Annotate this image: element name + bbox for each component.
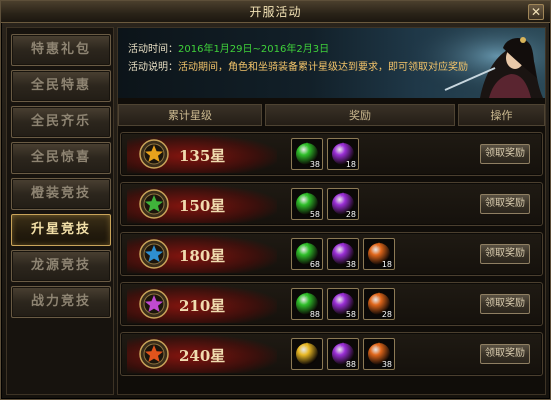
star-medal-icon [139,339,169,369]
orange-orb-item-slot[interactable]: 28 [363,288,395,320]
reward-row: 210星 88 58 28 领取奖励 [120,282,543,326]
item-count: 28 [345,210,356,219]
item-count: 88 [345,360,356,369]
reward-row: 150星 58 28 领取奖励 [120,182,543,226]
star-medal-icon [139,289,169,319]
green-orb-item-slot[interactable]: 58 [291,188,323,220]
main-panel: 活动时间：2016年1月29日~2016年2月3日 活动说明：活动期间，角色和坐… [117,27,546,395]
sidebar-item-combat-power[interactable]: 战力竞技 [11,286,111,318]
item-count: 58 [345,310,356,319]
reward-row: 240星 88 38 领取奖励 [120,332,543,376]
table-header: 累计星级 奖励 操作 [118,104,545,126]
star-tier-backdrop: 180星 [127,235,277,273]
purple-orb-item-slot[interactable]: 28 [327,188,359,220]
event-time-label: 活动时间： [128,44,178,55]
green-orb-item-slot[interactable]: 68 [291,238,323,270]
green-orb-item-slot[interactable]: 38 [291,138,323,170]
title-bar: 开服活动 ✕ [1,1,550,23]
star-medal-icon [139,139,169,169]
star-tier-backdrop: 150星 [127,185,277,223]
sidebar-item-orange-gear[interactable]: 橙装竞技 [11,178,111,210]
item-count: 38 [381,360,392,369]
orange-orb-item-slot[interactable]: 18 [363,238,395,270]
event-window: 开服活动 ✕ 特惠礼包 全民特惠 全民齐乐 全民惊喜 橙装竞技 升星竞技 龙源竞… [0,0,551,400]
purple-orb-item-slot[interactable]: 38 [327,238,359,270]
column-header-action: 操作 [458,104,545,126]
item-count: 18 [345,160,356,169]
orange-orb-item-slot[interactable]: 38 [363,338,395,370]
purple-orb-item-slot[interactable]: 18 [327,138,359,170]
star-requirement: 240星 [179,347,226,365]
item-count: 28 [381,310,392,319]
item-count: 68 [309,260,320,269]
window-title: 开服活动 [249,5,302,19]
event-desc-label: 活动说明： [128,62,178,73]
star-tier-backdrop: 240星 [127,335,277,373]
purple-orb-item-slot[interactable]: 88 [327,338,359,370]
event-desc-value: 活动期间，角色和坐骑装备累计星级达到要求，即可领取对应奖励 [178,62,468,73]
star-tier-backdrop: 135星 [127,135,277,173]
gold-orb-icon [296,342,318,365]
sidebar-item-all-fun[interactable]: 全民齐乐 [11,106,111,138]
close-button[interactable]: ✕ [528,4,544,20]
purple-orb-item-slot[interactable]: 58 [327,288,359,320]
item-count: 18 [381,260,392,269]
star-requirement: 210星 [179,297,226,315]
star-medal-icon [139,189,169,219]
column-header-rewards: 奖励 [265,104,455,126]
star-requirement: 150星 [179,197,226,215]
sidebar-item-dragon-source[interactable]: 龙源竞技 [11,250,111,282]
gold-orb-item-slot[interactable] [291,338,323,370]
sidebar-item-all-discount[interactable]: 全民特惠 [11,70,111,102]
green-orb-item-slot[interactable]: 88 [291,288,323,320]
claim-reward-button[interactable]: 领取奖励 [480,144,530,164]
claim-reward-button[interactable]: 领取奖励 [480,294,530,314]
star-requirement: 135星 [179,147,226,165]
event-time-value: 2016年1月29日~2016年2月3日 [178,44,330,55]
reward-row: 135星 38 18 领取奖励 [120,132,543,176]
claim-reward-button[interactable]: 领取奖励 [480,344,530,364]
sidebar: 特惠礼包 全民特惠 全民齐乐 全民惊喜 橙装竞技 升星竞技 龙源竞技 战力竞技 [6,27,114,395]
star-requirement: 180星 [179,247,226,265]
star-tier-backdrop: 210星 [127,285,277,323]
column-header-stars: 累计星级 [118,104,262,126]
star-medal-icon [139,239,169,269]
event-banner: 活动时间：2016年1月29日~2016年2月3日 活动说明：活动期间，角色和坐… [118,28,545,98]
reward-row: 180星 68 38 18 领取奖励 [120,232,543,276]
sidebar-item-star-upgrade[interactable]: 升星竞技 [11,214,111,246]
claim-reward-button[interactable]: 领取奖励 [480,194,530,214]
sidebar-item-all-surprise[interactable]: 全民惊喜 [11,142,111,174]
item-count: 38 [345,260,356,269]
item-count: 38 [309,160,320,169]
sidebar-item-special-gift[interactable]: 特惠礼包 [11,34,111,66]
claim-reward-button[interactable]: 领取奖励 [480,244,530,264]
item-count: 88 [309,310,320,319]
item-count: 58 [309,210,320,219]
